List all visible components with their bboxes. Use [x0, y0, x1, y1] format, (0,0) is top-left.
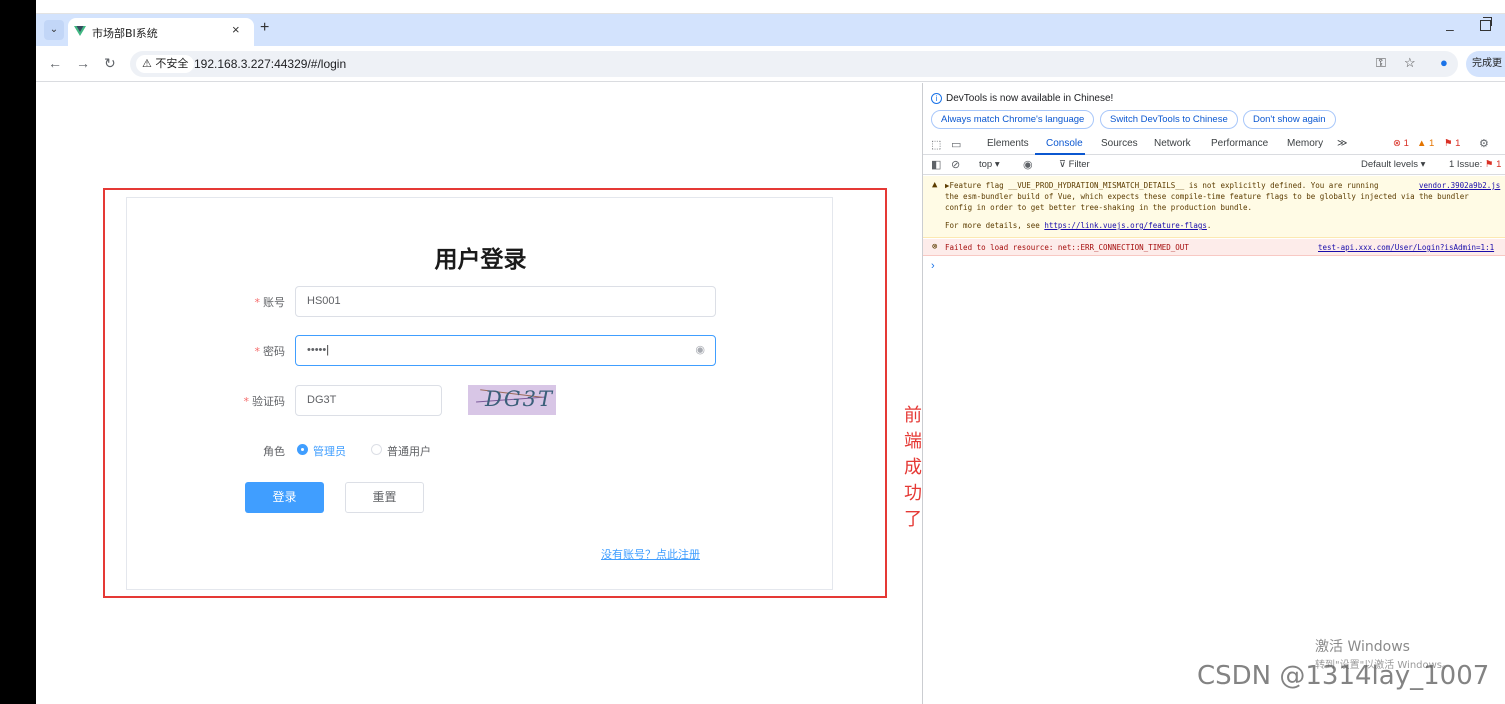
not-secure-badge[interactable]: ⚠ 不安全: [136, 55, 195, 73]
login-page: 用户登录 * 账号 HS001 * 密码 •••••| ◉ * 验证码 DG3T DG…: [36, 83, 922, 704]
warning-details: For more details, see https://link.vuejs…: [945, 221, 1212, 230]
info-icon: i: [931, 93, 942, 104]
required-mark: *: [254, 296, 261, 309]
role-label: 角色: [263, 445, 285, 458]
log-levels-dropdown[interactable]: Default levels ▾: [1361, 159, 1425, 170]
error-source-link[interactable]: test-api.xxx.com/User/Login?isAdmin=1:1: [1318, 243, 1494, 252]
tab-sources[interactable]: Sources: [1101, 138, 1138, 149]
desktop-left-strip: [0, 0, 36, 704]
context-selector[interactable]: top ▾: [979, 159, 1000, 170]
console-error-message: ⊗ Failed to load resource: net::ERR_CONN…: [923, 239, 1505, 256]
warning-line: the esm-bundler build of Vue, which expe…: [945, 192, 1469, 201]
switch-to-chinese-button[interactable]: Switch DevTools to Chinese: [1100, 110, 1238, 129]
minimize-icon[interactable]: –: [1446, 21, 1454, 37]
profile-icon[interactable]: ●: [1440, 55, 1448, 70]
warning-line: ▶Feature flag __VUE_PROD_HYDRATION_MISMA…: [945, 181, 1379, 190]
tab-memory[interactable]: Memory: [1287, 138, 1323, 149]
browser-tab-strip: ⌄ 市场部BI系统 × + –: [36, 14, 1505, 46]
login-title: 用户登录: [434, 247, 527, 273]
warning-icon: ▲: [932, 180, 938, 190]
role-radio-admin[interactable]: [297, 444, 308, 455]
url-text[interactable]: 192.168.3.227:44329/#/login: [194, 57, 346, 71]
tab-search-button[interactable]: ⌄: [44, 20, 64, 40]
console-warning-message: ▲ ▶Feature flag __VUE_PROD_HYDRATION_MIS…: [923, 176, 1505, 238]
warning-source-link[interactable]: vendor.3902a9b2.js: [1419, 181, 1500, 190]
more-tabs-icon[interactable]: ≫: [1337, 138, 1347, 149]
console-prompt[interactable]: ›: [931, 260, 935, 272]
required-mark: *: [243, 395, 250, 408]
issues-link[interactable]: 1 Issue: ⚑ 1: [1449, 159, 1501, 170]
forward-arrow-icon[interactable]: →: [76, 55, 90, 71]
error-count-badge[interactable]: ⊗ 1: [1393, 138, 1409, 149]
live-expression-eye-icon[interactable]: ◉: [1023, 158, 1033, 171]
password-input[interactable]: •••••| ◉: [295, 335, 716, 366]
browser-tab[interactable]: 市场部BI系统 ×: [68, 18, 254, 46]
issues-count-badge[interactable]: ⚑ 1: [1444, 138, 1460, 149]
vue-logo-icon: [74, 26, 86, 36]
csdn-watermark: CSDN @1314lay_1007: [1197, 661, 1490, 691]
error-icon: ⊗: [932, 242, 938, 252]
captcha-input[interactable]: DG3T: [295, 385, 442, 416]
reset-button[interactable]: 重置: [345, 482, 424, 513]
filter-input[interactable]: ⊽ Filter: [1059, 159, 1090, 170]
register-link[interactable]: 没有账号？点此注册: [601, 546, 700, 562]
window-top-margin: [36, 0, 1505, 14]
back-arrow-icon[interactable]: ←: [48, 55, 62, 71]
captcha-image[interactable]: DG3T: [468, 385, 556, 415]
tab-close-icon[interactable]: ×: [232, 22, 240, 37]
account-label: * 账号: [254, 296, 286, 309]
password-key-icon[interactable]: ⚿: [1376, 55, 1386, 71]
tab-elements[interactable]: Elements: [987, 138, 1029, 149]
settings-gear-icon[interactable]: ⚙: [1479, 137, 1489, 150]
tab-title: 市场部BI系统: [92, 27, 158, 40]
reload-icon[interactable]: ↻: [104, 55, 116, 72]
tab-network[interactable]: Network: [1154, 138, 1191, 149]
password-value: •••••: [307, 344, 327, 356]
required-mark: *: [254, 345, 261, 358]
always-match-language-button[interactable]: Always match Chrome's language: [931, 110, 1095, 129]
new-tab-icon[interactable]: +: [260, 19, 269, 37]
browser-toolbar: ← → ↻ ⚠ 不安全 192.168.3.227:44329/#/login …: [36, 46, 1505, 82]
warning-line: config in order to get better tree-shaki…: [945, 203, 1253, 212]
finish-update-button[interactable]: 完成更: [1466, 51, 1505, 77]
windows-activation-title: 激活 Windows: [1315, 639, 1410, 655]
account-input[interactable]: HS001: [295, 286, 716, 317]
error-text: Failed to load resource: net::ERR_CONNEC…: [945, 243, 1189, 252]
address-bar[interactable]: ⚠ 不安全 192.168.3.227:44329/#/login ⚿ ☆: [130, 51, 1458, 77]
bookmark-star-icon[interactable]: ☆: [1404, 55, 1416, 71]
tab-console[interactable]: Console: [1046, 138, 1083, 149]
role-radio-user[interactable]: [371, 444, 382, 455]
login-card: 用户登录 * 账号 HS001 * 密码 •••••| ◉ * 验证码 DG3T DG…: [126, 197, 833, 590]
warning-count-badge[interactable]: ▲ 1: [1417, 138, 1434, 149]
inspect-element-icon[interactable]: ⬚: [931, 138, 941, 151]
password-label: * 密码: [254, 345, 286, 358]
dont-show-again-button[interactable]: Don't show again: [1243, 110, 1336, 129]
captcha-label: * 验证码: [243, 395, 286, 408]
show-password-eye-icon[interactable]: ◉: [695, 336, 705, 365]
login-button[interactable]: 登录: [245, 482, 324, 513]
captcha-image-text: DG3T: [485, 387, 554, 411]
role-option-user[interactable]: 普通用户: [387, 443, 431, 459]
annotation-text: 前端成功了: [904, 405, 922, 530]
device-toolbar-icon[interactable]: ▭: [951, 138, 961, 151]
sidebar-toggle-icon[interactable]: ◧: [931, 158, 941, 171]
devtools-tabs: ⬚ ▭ Elements Console Sources Network Per…: [923, 135, 1505, 155]
devtools-panel: i DevTools is now available in Chinese! A…: [922, 83, 1505, 704]
feature-flags-link[interactable]: https://link.vuejs.org/feature-flags: [1044, 221, 1207, 230]
console-filter-bar: ◧ ⊘ top ▾ ◉ ⊽ Filter Default levels ▾ 1 …: [923, 155, 1505, 175]
restore-icon[interactable]: [1480, 17, 1492, 31]
role-option-admin[interactable]: 管理员: [313, 443, 346, 459]
devtools-language-notice: i DevTools is now available in Chinese!: [931, 93, 1113, 104]
tab-performance[interactable]: Performance: [1211, 138, 1268, 149]
clear-console-icon[interactable]: ⊘: [951, 158, 960, 171]
